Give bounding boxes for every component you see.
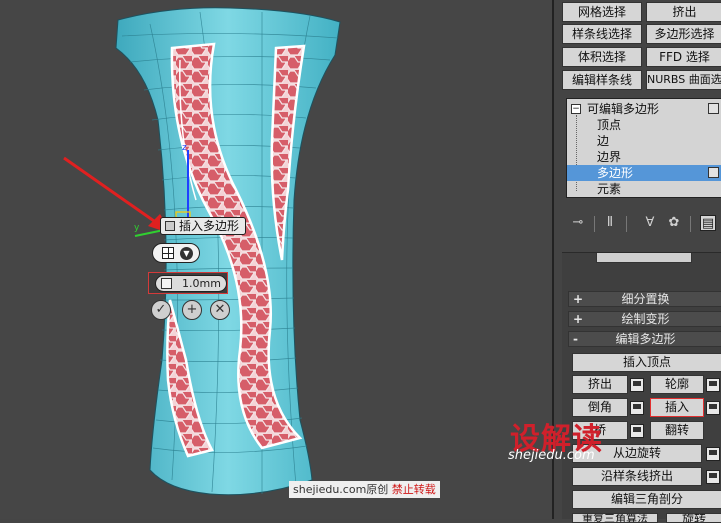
brand-url: shejiedu.com <box>508 448 595 463</box>
caddy-mode-icon <box>165 221 175 231</box>
inset-amount-icon <box>161 278 172 289</box>
stack-item-border[interactable]: 边界 <box>567 149 721 165</box>
rollout-area[interactable]: + 细分置换 + 绘制变形 - 编辑多边形 插入顶点 挤出 轮廓 倒角 插入 桥… <box>562 252 721 523</box>
watermark-notice: 禁止转载 <box>391 483 436 496</box>
caddy-cancel-button[interactable]: ✕ <box>210 300 230 320</box>
nurbs-surface-select-button[interactable]: NURBS 曲面选择 <box>646 70 721 90</box>
stack-item-label: 多边形 <box>597 166 634 180</box>
annotation-arrow <box>63 156 172 234</box>
cancel-icon: ✕ <box>214 302 226 317</box>
paint-deformation-rollout[interactable]: + 绘制变形 <box>568 311 721 327</box>
checkmark-icon: ✓ <box>155 302 167 317</box>
subdivision-displacement-rollout[interactable]: + 细分置换 <box>568 291 721 307</box>
retriangulate-button[interactable]: 重复三角算法 <box>572 513 658 523</box>
inset-amount-value[interactable]: 1.0mm <box>182 276 221 291</box>
plus-icon: + <box>186 302 198 317</box>
extrude-modifier-button[interactable]: 挤出 <box>646 2 721 22</box>
stack-item-vertex[interactable]: 顶点 <box>567 117 721 133</box>
flip-button[interactable]: 翻转 <box>650 421 704 440</box>
watermark-site: shejiedu.com原创 <box>293 483 389 496</box>
rollout-expand-sign: + <box>573 292 584 306</box>
caddy-apply-button[interactable]: + <box>182 300 202 320</box>
hinge-settings-icon[interactable] <box>706 447 720 461</box>
collapse-icon[interactable]: − <box>571 104 581 114</box>
toolbar-divider <box>626 216 627 232</box>
turn-button[interactable]: 旋转 <box>666 513 721 523</box>
toolbar-divider <box>594 216 595 232</box>
outline-settings-icon[interactable] <box>706 378 720 392</box>
stack-object-label: 可编辑多边形 <box>587 102 660 116</box>
mesh-select-button[interactable]: 网格选择 <box>562 2 642 22</box>
caddy-label-text: 插入多边形 <box>179 219 240 233</box>
rollout-title: 细分置换 <box>621 292 670 306</box>
chevron-down-icon: ▼ <box>180 247 193 260</box>
volume-select-button[interactable]: 体积选择 <box>562 47 642 67</box>
inset-amount-spinner[interactable]: 1.0mm <box>155 275 227 292</box>
inset-amount-field[interactable]: 1.0mm <box>148 272 228 294</box>
rollout-title: 编辑多边形 <box>615 332 676 346</box>
scrolled-rollout-tail <box>596 253 692 263</box>
stack-object-row[interactable]: − 可编辑多边形 <box>567 101 721 117</box>
polygon-toggle-icon[interactable] <box>708 167 719 178</box>
edit-triangulation-button[interactable]: 编辑三角剖分 <box>572 490 721 509</box>
show-end-result-icon[interactable]: Ⅱ <box>602 215 618 231</box>
configure-sets-icon[interactable]: ▤ <box>700 215 716 231</box>
extrude-along-spline-button[interactable]: 沿样条线挤出 <box>572 467 702 486</box>
spline-select-button[interactable]: 样条线选择 <box>562 24 642 44</box>
stack-toolbar: ⊸ Ⅱ ∀ ✿ ▤ <box>566 212 721 236</box>
stack-item-label: 边界 <box>597 150 622 164</box>
poly-select-button[interactable]: 多边形选择 <box>646 24 721 44</box>
remove-modifier-icon[interactable]: ✿ <box>666 215 682 231</box>
modifier-stack[interactable]: − 可编辑多边形 顶点 边 边界 多边形 元素 <box>566 98 721 198</box>
extrude-along-spline-settings-icon[interactable] <box>706 470 720 484</box>
perspective-viewport[interactable]: y z 插入多边形 ▼ 1.0mm ✓ + ✕ shejiedu.com原创 禁… <box>0 0 552 519</box>
edit-spline-button[interactable]: 编辑样条线 <box>562 70 642 90</box>
stack-item-edge[interactable]: 边 <box>567 133 721 149</box>
bridge-settings-icon[interactable] <box>630 424 644 438</box>
toolbar-divider <box>690 216 691 232</box>
stack-item-label: 顶点 <box>597 118 622 132</box>
stack-item-polygon[interactable]: 多边形 <box>567 165 721 181</box>
extrude-settings-icon[interactable] <box>630 378 644 392</box>
extrude-button[interactable]: 挤出 <box>572 375 628 394</box>
stack-item-element[interactable]: 元素 <box>567 181 721 197</box>
edit-polygons-rollout[interactable]: - 编辑多边形 <box>568 331 721 347</box>
inset-button[interactable]: 插入 <box>650 398 704 417</box>
stack-item-label: 元素 <box>597 182 622 196</box>
pin-stack-icon[interactable]: ⊸ <box>570 215 586 231</box>
stack-item-label: 边 <box>597 134 610 148</box>
object-toggle-icon[interactable] <box>708 103 719 114</box>
bevel-settings-icon[interactable] <box>630 401 644 415</box>
ffd-select-button[interactable]: FFD 选择 <box>646 47 721 67</box>
make-unique-icon[interactable]: ∀ <box>642 215 658 231</box>
insert-vertex-button[interactable]: 插入顶点 <box>572 353 721 372</box>
rollout-title: 绘制变形 <box>621 312 670 326</box>
rollout-expand-sign: + <box>573 312 584 326</box>
caddy-ok-button[interactable]: ✓ <box>151 300 171 320</box>
inset-settings-icon[interactable] <box>706 401 720 415</box>
grid-icon <box>162 247 174 259</box>
watermark: shejiedu.com原创 禁止转载 <box>289 481 440 498</box>
outline-button[interactable]: 轮廓 <box>650 375 704 394</box>
caddy-type-dropdown[interactable]: ▼ <box>152 243 200 263</box>
caddy-title: 插入多边形 <box>160 217 247 235</box>
rollout-expand-sign: - <box>573 332 578 346</box>
